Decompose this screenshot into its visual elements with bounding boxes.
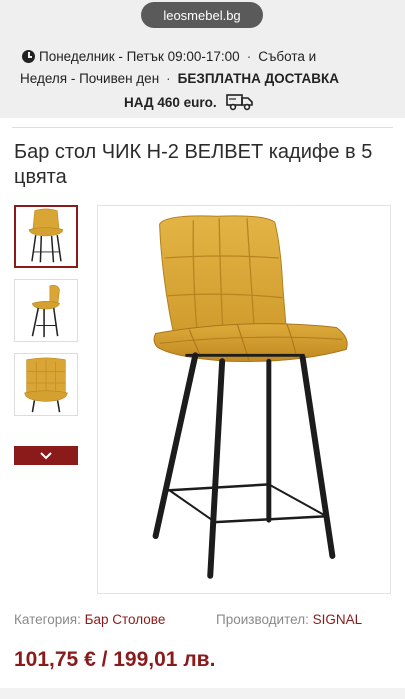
schedule-saturday: Събота и — [258, 49, 317, 64]
info-line-sunday: Неделя - Почивен ден · БЕЗПЛАТНА ДОСТАВКА — [20, 71, 339, 86]
maker-label: Производител: — [216, 612, 309, 627]
product-title: Бар стол ЧИК Н-2 ВЕЛВЕТ кадифе в 5 цвята — [14, 141, 373, 188]
info-line-delivery: НАД 460 euro. — [124, 93, 254, 111]
info-separator: · — [246, 49, 252, 64]
main-product-image[interactable] — [97, 205, 391, 594]
bar-chair-image — [152, 215, 348, 579]
browser-bar: leosmebel.bg — [0, 0, 405, 40]
clock-icon — [22, 50, 35, 63]
chair-side-thumbnail-image — [15, 280, 77, 341]
schedule-weekdays: Понеделник - Петък 09:00-17:00 — [39, 49, 240, 64]
thumbnails-scroll-down-button[interactable] — [14, 446, 78, 465]
bottom-strip — [0, 688, 405, 699]
store-info-band: Понеделник - Петък 09:00-17:00 · Събота и … — [0, 40, 405, 118]
product-price: 101,75 € / 199,01 лв. — [14, 648, 216, 671]
category-label: Категория: — [14, 612, 81, 627]
url-pill[interactable]: leosmebel.bg — [141, 2, 263, 28]
category-link[interactable]: Бар Столове — [85, 612, 166, 627]
divider — [12, 127, 393, 128]
thumbnail-front[interactable] — [14, 205, 78, 268]
category-line: Категория: Бар Столове — [14, 612, 165, 627]
schedule-sunday: Неделя - Почивен ден — [20, 71, 160, 86]
maker-link[interactable]: SIGNAL — [313, 612, 363, 627]
truck-icon — [226, 94, 254, 111]
free-delivery-text: БЕЗПЛАТНА ДОСТАВКА — [177, 71, 339, 86]
chair-detail-thumbnail-image — [15, 354, 77, 415]
info-line-hours: Понеделник - Петък 09:00-17:00 · Събота и — [22, 49, 316, 64]
chevron-down-icon — [40, 451, 52, 459]
thumbnail-side[interactable] — [14, 279, 78, 342]
chair-front-thumbnail-image — [16, 207, 76, 266]
maker-line: Производител: SIGNAL — [216, 612, 362, 627]
info-separator: · — [166, 71, 171, 86]
free-delivery-threshold: НАД 460 euro. — [124, 95, 217, 110]
thumbnail-detail[interactable] — [14, 353, 78, 416]
